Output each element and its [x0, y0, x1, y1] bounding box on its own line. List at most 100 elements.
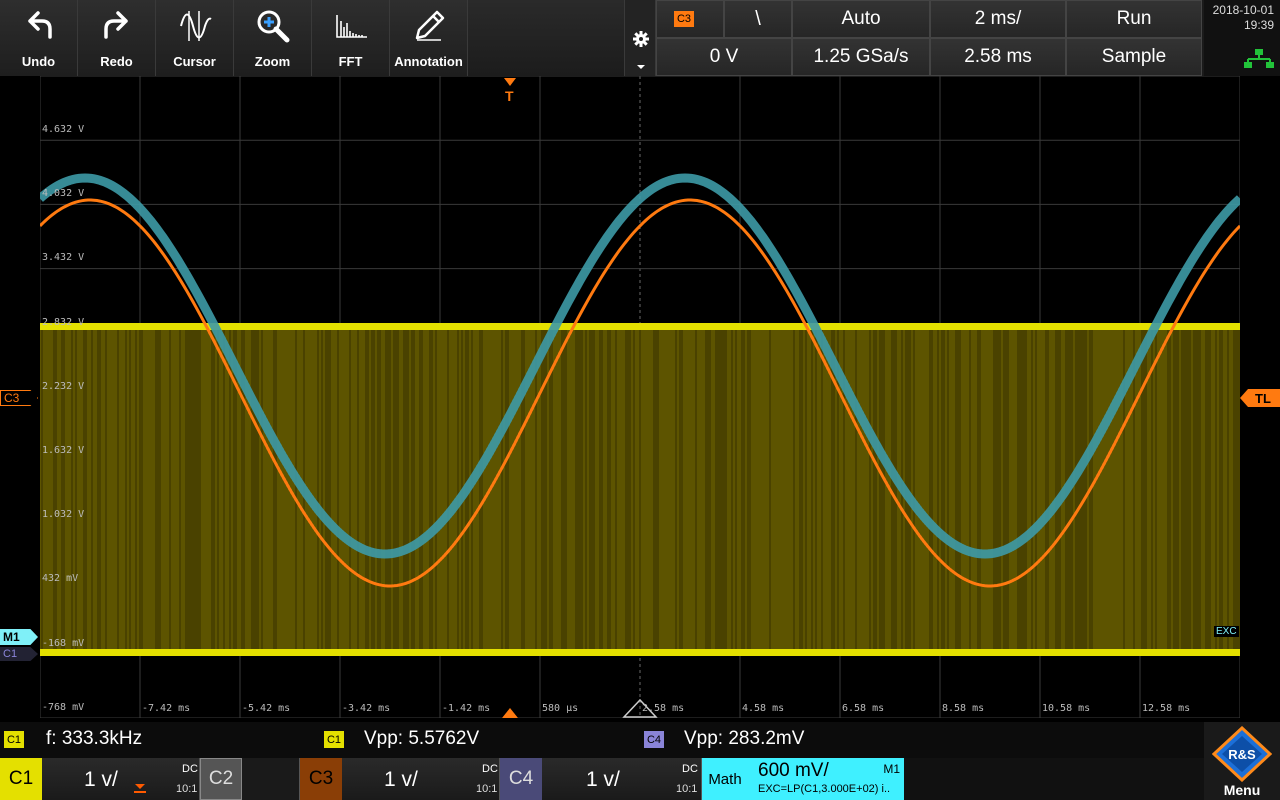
- c1-rail: [40, 649, 1240, 656]
- c3-scale: 1 v/: [384, 768, 418, 791]
- chevron-down-icon: [637, 65, 645, 69]
- undo-icon: [27, 11, 52, 39]
- toolbar-spacer: [468, 0, 624, 76]
- fft-button[interactable]: FFT: [312, 0, 390, 76]
- trigger-level-cell[interactable]: 0 V: [656, 38, 792, 76]
- y-axis-label: -768 mV: [42, 701, 85, 713]
- rs-logo-icon: R&S: [1212, 726, 1272, 782]
- acquisition-mode-cell[interactable]: Sample: [1066, 38, 1202, 76]
- redo-icon: [103, 11, 128, 39]
- toolbar: Undo Redo Cursor Zoom FFT Annotation C3 …: [0, 0, 1280, 76]
- zoom-icon: [257, 10, 289, 43]
- undo-button[interactable]: Undo: [0, 0, 78, 76]
- run-stop-cell[interactable]: Run: [1066, 0, 1202, 38]
- c1-waveform: [40, 323, 1240, 656]
- m1-marker-label: M1: [3, 630, 20, 644]
- c4-settings[interactable]: 1 v/ DC 10:1: [542, 758, 702, 800]
- settings-button[interactable]: [624, 0, 656, 76]
- waveform-display[interactable]: T EXC 4.632 V 4.032 V 3.432 V 2.832 V 2.232 …: [40, 76, 1240, 718]
- c1-trigger-source-icon: [134, 784, 146, 793]
- x-axis-label: -1.42 ms: [442, 703, 491, 714]
- gear-icon: [633, 31, 649, 47]
- network-icon: [1244, 49, 1274, 68]
- c4-tab[interactable]: C4: [500, 758, 542, 800]
- math-settings[interactable]: 600 mV/ M1 EXC=LP(C1,3.000E+02) i..: [748, 758, 904, 800]
- acquisition-state: Run: [1116, 8, 1152, 29]
- c1-offset-marker[interactable]: C1: [0, 647, 38, 661]
- y-axis-label: 1.632 V: [42, 445, 85, 456]
- zoom-button[interactable]: Zoom: [234, 0, 312, 76]
- meas3-source-badge: C4: [644, 731, 664, 748]
- c2-tab[interactable]: C2: [200, 758, 242, 800]
- x-axis-label: -5.42 ms: [242, 703, 291, 714]
- c3-name: C3: [308, 768, 334, 789]
- trigger-slope-cell[interactable]: \: [724, 0, 792, 38]
- trigger-mode: Auto: [841, 8, 881, 29]
- c1-coupling: DC: [182, 763, 198, 775]
- date: 2018-10-01: [1212, 3, 1274, 17]
- math-id: M1: [883, 762, 900, 776]
- y-axis-label: 1.032 V: [42, 509, 85, 521]
- horizontal-position-cell[interactable]: 2.58 ms: [930, 38, 1066, 76]
- meas3-value[interactable]: Vpp: 283.2mV: [684, 728, 804, 750]
- acquisition-mode: Sample: [1101, 46, 1167, 67]
- redo-button[interactable]: Redo: [78, 0, 156, 76]
- c1-settings[interactable]: 1 v/ DC 10:1: [42, 758, 200, 800]
- c2-name: C2: [208, 768, 234, 789]
- c3-settings[interactable]: 1 v/ DC 10:1: [342, 758, 500, 800]
- annotation-button[interactable]: Annotation: [390, 0, 468, 76]
- sample-rate-cell[interactable]: 1.25 GSa/s: [792, 38, 930, 76]
- measurement-bar: C1 f: 333.3kHz C1 Vpp: 5.5762V C4 Vpp: 2…: [0, 722, 1204, 758]
- menu-button[interactable]: R&S Menu: [1204, 722, 1280, 800]
- y-axis-label: 4.032 V: [42, 188, 85, 200]
- fft-label: FFT: [338, 54, 363, 69]
- channel-bar: C1 1 v/ DC 10:1 C2 C3 1 v/ DC 10:1 C4 1 …: [0, 758, 1204, 800]
- annotation-label: Annotation: [394, 54, 463, 69]
- c1-name: C1: [8, 768, 34, 789]
- channel-bar-spacer: [904, 758, 1204, 800]
- y-axis-label: 432 mV: [42, 573, 79, 585]
- trigger-offset-marker[interactable]: [502, 708, 518, 718]
- c3-tab[interactable]: C3: [300, 758, 342, 800]
- meas1-source-badge: C1: [4, 731, 24, 748]
- m1-offset-marker[interactable]: M1: [0, 629, 38, 645]
- fft-icon: [335, 15, 367, 38]
- y-axis-label: -168 mV: [42, 637, 85, 649]
- horizontal-position: 2.58 ms: [964, 46, 1032, 67]
- cursor-button[interactable]: Cursor: [156, 0, 234, 76]
- trigger-source-cell[interactable]: C3: [656, 0, 724, 38]
- trigger-mode-cell[interactable]: Auto: [792, 0, 930, 38]
- c4-probe: 10:1: [676, 783, 698, 795]
- rs-logo-text: R&S: [1228, 747, 1256, 762]
- math-scale: 600 mV/: [758, 760, 829, 781]
- x-axis-label: 12.58 ms: [1142, 703, 1191, 714]
- y-axis-label: 2.832 V: [42, 316, 85, 328]
- x-axis-label: 2.58 ms: [642, 703, 685, 714]
- x-axis-label: 8.58 ms: [942, 703, 985, 714]
- c1-marker-label: C1: [3, 648, 18, 660]
- meas1-value[interactable]: f: 333.3kHz: [46, 728, 142, 750]
- math-expression: EXC=LP(C1,3.000E+02) i..: [758, 783, 891, 795]
- sample-rate: 1.25 GSa/s: [813, 46, 909, 67]
- x-axis-label: 10.58 ms: [1042, 703, 1091, 714]
- c3-marker-label: C3: [4, 391, 20, 405]
- c3-probe: 10:1: [476, 783, 498, 795]
- exc-label: EXC: [1214, 626, 1239, 637]
- menu-label: Menu: [1223, 782, 1261, 798]
- meas2-value[interactable]: Vpp: 5.5762V: [364, 728, 479, 750]
- trigger-position-marker[interactable]: [504, 78, 516, 86]
- c1-scale: 1 v/: [84, 768, 118, 791]
- c2-settings[interactable]: [242, 758, 300, 800]
- c4-scale: 1 v/: [586, 768, 620, 791]
- timebase-scale-cell[interactable]: 2 ms/: [930, 0, 1066, 38]
- cursor-label: Cursor: [173, 54, 216, 69]
- trigger-level: 0 V: [709, 46, 739, 67]
- trigger-level-marker[interactable]: TL: [1240, 389, 1280, 407]
- c4-name: C4: [508, 768, 534, 789]
- math-tab[interactable]: Math: [702, 758, 748, 800]
- math-name: Math: [708, 770, 742, 788]
- annotation-icon: [415, 10, 444, 41]
- undo-label: Undo: [21, 54, 56, 69]
- c1-tab[interactable]: C1: [0, 758, 42, 800]
- c3-offset-marker[interactable]: C3: [0, 390, 38, 406]
